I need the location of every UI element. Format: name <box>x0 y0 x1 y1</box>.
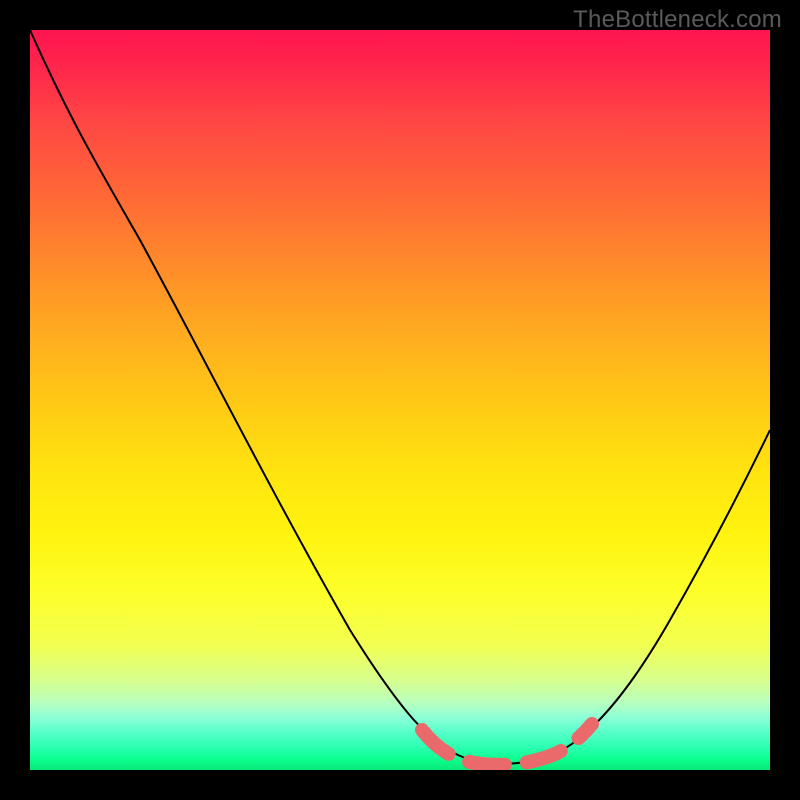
plot-area <box>30 30 770 770</box>
bottleneck-curve <box>30 30 770 764</box>
chart-svg <box>30 30 770 770</box>
optimal-range-highlight <box>422 724 592 765</box>
chart-frame: TheBottleneck.com <box>0 0 800 800</box>
watermark-text: TheBottleneck.com <box>573 6 782 34</box>
